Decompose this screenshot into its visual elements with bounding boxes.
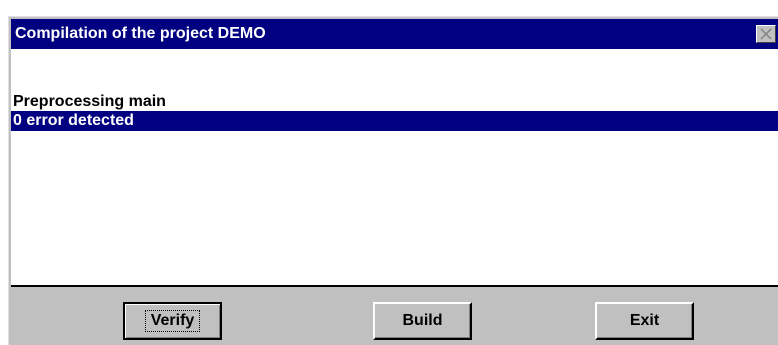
log-line-selected[interactable]: 0 error detected: [11, 111, 778, 131]
compilation-dialog: Compilation of the project DEMO Preproce…: [8, 16, 778, 345]
compilation-log[interactable]: Preprocessing main 0 error detected: [11, 49, 778, 287]
exit-button[interactable]: Exit: [595, 302, 694, 340]
exit-button-label: Exit: [629, 312, 660, 329]
build-button-label: Build: [402, 312, 443, 329]
close-button[interactable]: [756, 25, 776, 43]
window-title: Compilation of the project DEMO: [15, 25, 266, 42]
verify-button[interactable]: Verify: [123, 302, 222, 340]
log-line[interactable]: Preprocessing main: [11, 92, 778, 112]
title-bar[interactable]: Compilation of the project DEMO: [11, 19, 778, 49]
close-icon: [760, 28, 772, 40]
build-button[interactable]: Build: [373, 302, 472, 340]
verify-button-label: Verify: [144, 310, 201, 332]
